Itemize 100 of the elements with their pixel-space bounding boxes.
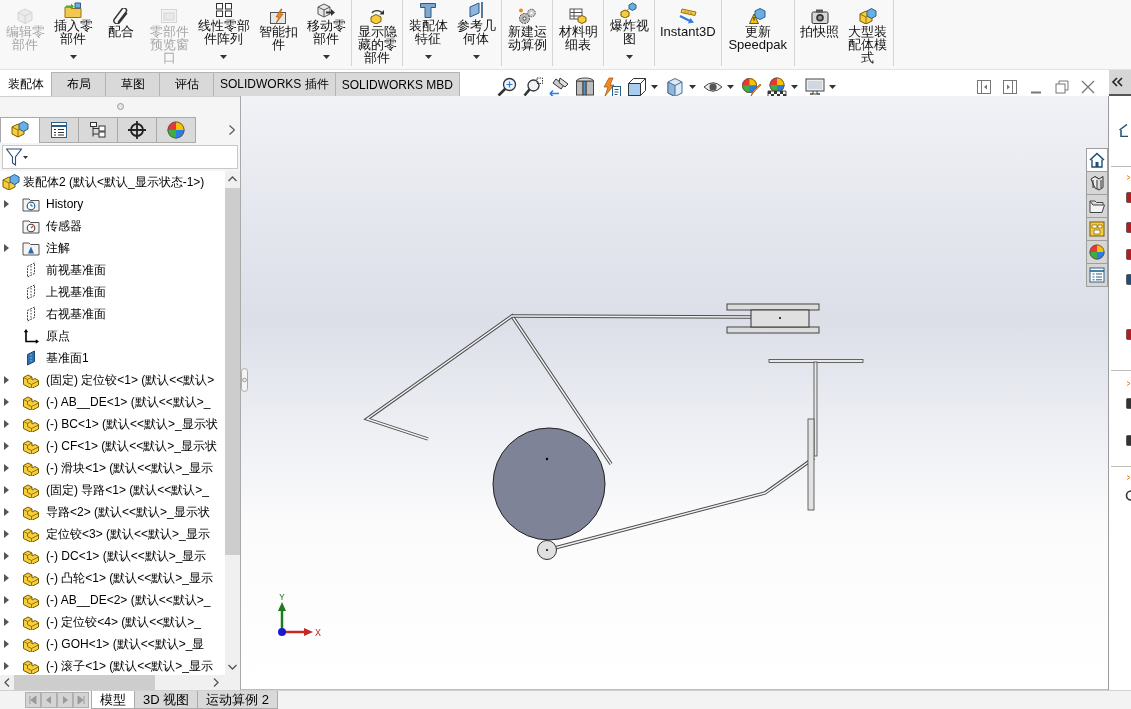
panel-right-icon[interactable] [1003,80,1017,94]
panel-tab[interactable] [78,117,118,143]
expand-arrow-icon[interactable] [4,640,9,648]
tree-item[interactable]: 注解 [46,239,70,257]
tree-item[interactable]: (-) 定位铰<4> (默认<<默认>_ [46,613,202,631]
tree-item[interactable]: 装配体2 (默认<默认_显示状态-1>) [23,173,205,191]
caret-icon[interactable] [829,85,837,89]
close-icon[interactable] [1081,80,1095,94]
caret-icon[interactable] [651,85,659,89]
expand-arrow-icon[interactable] [4,376,9,384]
ribbon-button[interactable]: Instant3D [656,0,720,66]
ribbon-button[interactable]: 爆炸视图 [605,0,653,66]
tree-item[interactable]: (-) 滚子<1> (默认<<默认>_显示 [46,657,214,675]
ribbon-button[interactable]: 参考几何体 [452,0,500,66]
grip-icon[interactable] [241,368,248,392]
color-ball-icon[interactable] [741,77,762,97]
scrollbar-thumb[interactable] [225,188,240,555]
scrollbar-thumb[interactable] [14,675,155,690]
caret-icon[interactable] [625,55,633,59]
ribbon-button[interactable]: 新建运动算例 [503,0,551,66]
document-icon[interactable] [1126,329,1131,340]
tree-item[interactable]: (-) DC<1> (默认<<默认>_显示 [46,547,207,565]
panel-left-icon[interactable] [977,80,991,94]
ring-icon[interactable] [1125,490,1131,501]
panel-tab[interactable] [39,117,79,143]
tree-item[interactable]: (固定) 导路<1> (默认<<默认>_ [46,481,210,499]
tree-item[interactable]: History [46,197,84,211]
task-pane-tab[interactable] [1086,148,1108,172]
ribbon-button[interactable]: 材料明细表 [554,0,602,66]
caret-icon[interactable] [424,55,432,59]
expand-arrow-icon[interactable] [4,398,9,406]
collapse-icon[interactable] [1109,70,1131,96]
cylinder-icon[interactable] [575,77,596,97]
expand-arrow-icon[interactable] [4,508,9,516]
expand-arrow-icon[interactable] [4,420,9,428]
tree-item[interactable]: 前视基准面 [46,261,106,279]
command-tab[interactable]: 评估 [159,72,214,96]
view-tab[interactable]: 运动算例 2 [197,691,279,709]
expand-arrow-icon[interactable] [4,618,9,626]
ribbon-button[interactable]: 显示隐藏的零部件 [353,0,401,66]
tree-item[interactable]: (固定) 定位铰<1> (默认<<默认> [46,371,215,389]
expand-arrow-icon[interactable] [4,244,9,252]
expand-arrow-icon[interactable] [4,596,9,604]
task-pane-tab[interactable] [1086,171,1108,195]
panel-tab[interactable] [117,117,157,143]
ribbon-button[interactable]: 插入零部件 [49,0,97,66]
expand-arrow-icon[interactable] [4,662,9,670]
lightning-icon[interactable] [601,77,622,97]
expand-arrow-icon[interactable] [4,442,9,450]
ribbon-button[interactable]: 移动零部件 [302,0,350,66]
command-tab[interactable]: SOLIDWORKS 插件 [213,72,336,96]
tree-item[interactable]: 导路<2> (默认<<默认>_显示状 [46,503,210,521]
expand-arrow-icon[interactable] [4,574,9,582]
ribbon-button[interactable]: 装配体特征 [404,0,452,66]
document-icon[interactable] [1126,249,1131,260]
tree-item[interactable]: (-) AB__DE<1> (默认<<默认>_ [46,393,211,411]
document-icon[interactable] [1126,398,1131,409]
document-icon[interactable] [1126,274,1131,285]
tree-item[interactable]: 上视基准面 [46,283,106,301]
task-pane-tab[interactable] [1086,194,1108,218]
ribbon-button[interactable]: 配合 [97,0,145,66]
caret-icon[interactable] [472,55,480,59]
caret-icon[interactable] [69,55,77,59]
tree-item[interactable]: 基准面1 [46,349,89,367]
grip-icon[interactable] [116,103,124,110]
tree-item[interactable]: 传感器 [46,217,82,235]
tree-item[interactable]: (-) AB__DE<2> (默认<<默认>_ [46,591,211,609]
ribbon-button[interactable]: 线性零部件阵列 [193,0,254,66]
magnifier-icon[interactable] [523,77,544,97]
expand-arrow-icon[interactable] [4,486,9,494]
restore-icon[interactable] [1055,80,1069,94]
filter-field[interactable] [2,145,238,169]
task-pane-tab[interactable] [1086,240,1108,264]
expand-arrow-icon[interactable] [4,200,9,208]
cube-icon[interactable] [627,77,648,97]
caret-icon[interactable] [220,55,227,59]
tree-item[interactable]: (-) 凸轮<1> (默认<<默认>_显示 [46,569,214,587]
ribbon-button[interactable]: 拍快照 [795,0,844,66]
caret-icon[interactable] [23,155,28,159]
monitor-icon[interactable] [805,77,826,97]
expand-arrow-icon[interactable] [4,530,9,538]
caret-icon[interactable] [689,85,697,89]
tree-item[interactable]: (-) BC<1> (默认<<默认>_显示状 [46,415,218,433]
caret-icon[interactable] [791,85,799,89]
document-icon[interactable] [1126,222,1131,233]
task-pane-tab[interactable] [1086,263,1108,287]
tree-item[interactable]: (-) CF<1> (默认<<默认>_显示状 [46,437,218,455]
caret-icon[interactable] [727,85,735,89]
tree-item[interactable]: (-) 滑块<1> (默认<<默认>_显示 [46,459,214,477]
caret-icon[interactable] [322,55,330,59]
ribbon-button[interactable]: 大型装配体模式 [843,0,892,66]
command-tab[interactable]: 布局 [51,72,106,96]
tree-item[interactable]: 定位铰<3> (默认<<默认>_显示 [46,525,210,543]
view-tab[interactable]: 3D 视图 [134,691,199,709]
view-tab[interactable]: 模型 [91,691,135,709]
command-tab[interactable]: 草图 [105,72,160,96]
chevron-right-icon[interactable] [229,124,235,135]
ribbon-button[interactable]: 智能扣件 [254,0,302,66]
command-tab[interactable]: SOLIDWORKS MBD [334,72,461,96]
tree-item[interactable]: (-) GOH<1> (默认<<默认>_显 [46,635,205,653]
